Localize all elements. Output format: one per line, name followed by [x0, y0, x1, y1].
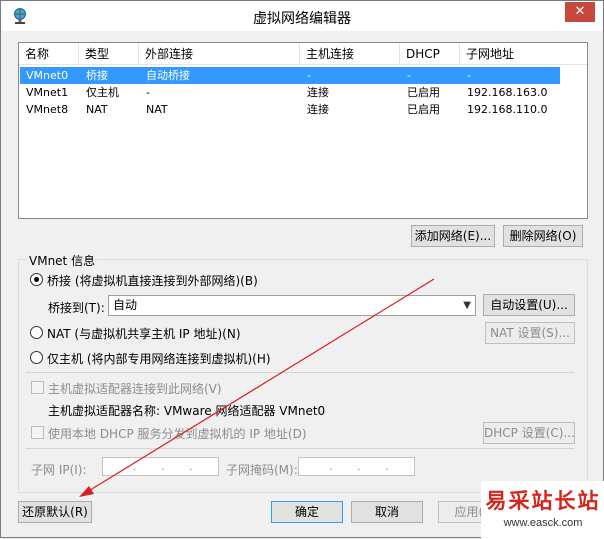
cell-external: NAT	[146, 103, 168, 116]
table-row[interactable]: VMnet0 桥接 自动桥接 - - -	[20, 67, 560, 84]
ip-dot: .	[385, 460, 389, 473]
cell-name: VMnet1	[26, 86, 69, 99]
cell-type: 桥接	[86, 69, 108, 82]
chevron-down-icon: ▼	[463, 300, 471, 311]
dhcp-settings-button[interactable]: DHCP 设置(C)...	[483, 422, 575, 444]
cell-external: -	[146, 86, 150, 99]
bridge-to-label: 桥接到(T):	[48, 301, 105, 315]
cell-subnet: 192.168.163.0	[467, 86, 548, 99]
cell-host: -	[307, 69, 311, 82]
cell-name: VMnet8	[26, 103, 69, 116]
list-header: 名称 类型 外部连接 主机连接 DHCP 子网地址	[19, 43, 587, 65]
ip-dot: .	[161, 460, 165, 473]
ip-dot: .	[133, 460, 137, 473]
ip-dot: .	[189, 460, 193, 473]
nat-radio-label[interactable]: NAT (与虚拟机共享主机 IP 地址)(N)	[47, 325, 241, 342]
subnet-ip-field[interactable]: . . .	[102, 457, 219, 476]
cell-host: 连接	[307, 86, 329, 99]
connect-adapter-label[interactable]: 主机虚拟适配器连接到此网络(V)	[48, 380, 222, 397]
column-header-name[interactable]: 名称	[19, 43, 79, 65]
nat-radio[interactable]	[30, 326, 43, 339]
dhcp-checkbox-label[interactable]: 使用本地 DHCP 服务分发到虚拟机的 IP 地址(D)	[48, 425, 307, 442]
cell-type: NAT	[86, 103, 108, 116]
cell-name: VMnet0	[26, 69, 69, 82]
column-header-subnet[interactable]: 子网地址	[460, 43, 560, 65]
restore-defaults-button[interactable]: 还原默认(R)	[18, 501, 92, 523]
title-bar: 虚拟网络编辑器 ✕	[1, 1, 603, 31]
window-title: 虚拟网络编辑器	[253, 11, 351, 27]
nat-settings-button[interactable]: NAT 设置(S)...	[485, 322, 575, 344]
column-header-dhcp[interactable]: DHCP	[400, 43, 460, 65]
divider	[26, 372, 574, 373]
cell-host: 连接	[307, 103, 329, 116]
bridge-radio[interactable]	[30, 273, 43, 286]
bridge-radio-label[interactable]: 桥接 (将虚拟机直接连接到外部网络)(B)	[47, 272, 258, 289]
subnet-ip-label: 子网 IP(I):	[31, 463, 87, 477]
bridge-to-value: 自动	[113, 298, 138, 312]
cell-type: 仅主机	[86, 86, 119, 99]
cell-external: 自动桥接	[146, 69, 190, 82]
watermark-url: www.easck.com	[503, 517, 583, 529]
cell-subnet: -	[467, 69, 471, 82]
column-header-host[interactable]: 主机连接	[300, 43, 400, 65]
vmnet-info-label: VMnet 信息	[27, 252, 98, 269]
watermark: 易采站长站 www.easck.com	[481, 481, 604, 539]
ok-button[interactable]: 确定	[271, 501, 343, 523]
cell-dhcp: 已启用	[407, 103, 440, 116]
network-list[interactable]: 名称 类型 外部连接 主机连接 DHCP 子网地址 VMnet0 桥接 自动桥接…	[18, 42, 588, 219]
host-only-radio[interactable]	[30, 351, 43, 364]
close-button[interactable]: ✕	[565, 2, 595, 22]
add-network-button[interactable]: 添加网络(E)...	[411, 225, 495, 247]
dhcp-checkbox[interactable]	[31, 426, 44, 439]
auto-settings-button[interactable]: 自动设置(U)...	[483, 294, 575, 316]
table-row[interactable]: VMnet8 NAT NAT 连接 已启用 192.168.110.0	[20, 101, 560, 118]
cell-dhcp: 已启用	[407, 86, 440, 99]
subnet-mask-field[interactable]: . . .	[298, 457, 415, 476]
remove-network-button[interactable]: 删除网络(O)	[503, 225, 583, 247]
cell-dhcp: -	[407, 69, 411, 82]
cancel-button[interactable]: 取消	[351, 501, 423, 523]
watermark-title: 易采站长站	[485, 488, 601, 513]
subnet-mask-label: 子网掩码(M):	[226, 463, 298, 477]
column-header-external[interactable]: 外部连接	[139, 43, 300, 65]
adapter-name-text: 主机虚拟适配器名称: VMware 网络适配器 VMnet0	[48, 404, 326, 418]
ip-dot: .	[329, 460, 333, 473]
host-only-radio-label[interactable]: 仅主机 (将内部专用网络连接到虚拟机)(H)	[47, 350, 271, 367]
divider	[26, 448, 574, 449]
bridge-to-select[interactable]: 自动 ▼	[108, 295, 476, 316]
table-row[interactable]: VMnet1 仅主机 - 连接 已启用 192.168.163.0	[20, 84, 560, 101]
virtual-network-editor-window: 虚拟网络编辑器 ✕ 名称 类型 外部连接 主机连接 DHCP 子网地址 VMne…	[0, 0, 604, 539]
cell-subnet: 192.168.110.0	[467, 103, 548, 116]
connect-adapter-checkbox[interactable]	[31, 381, 44, 394]
column-header-type[interactable]: 类型	[79, 43, 139, 65]
ip-dot: .	[357, 460, 361, 473]
